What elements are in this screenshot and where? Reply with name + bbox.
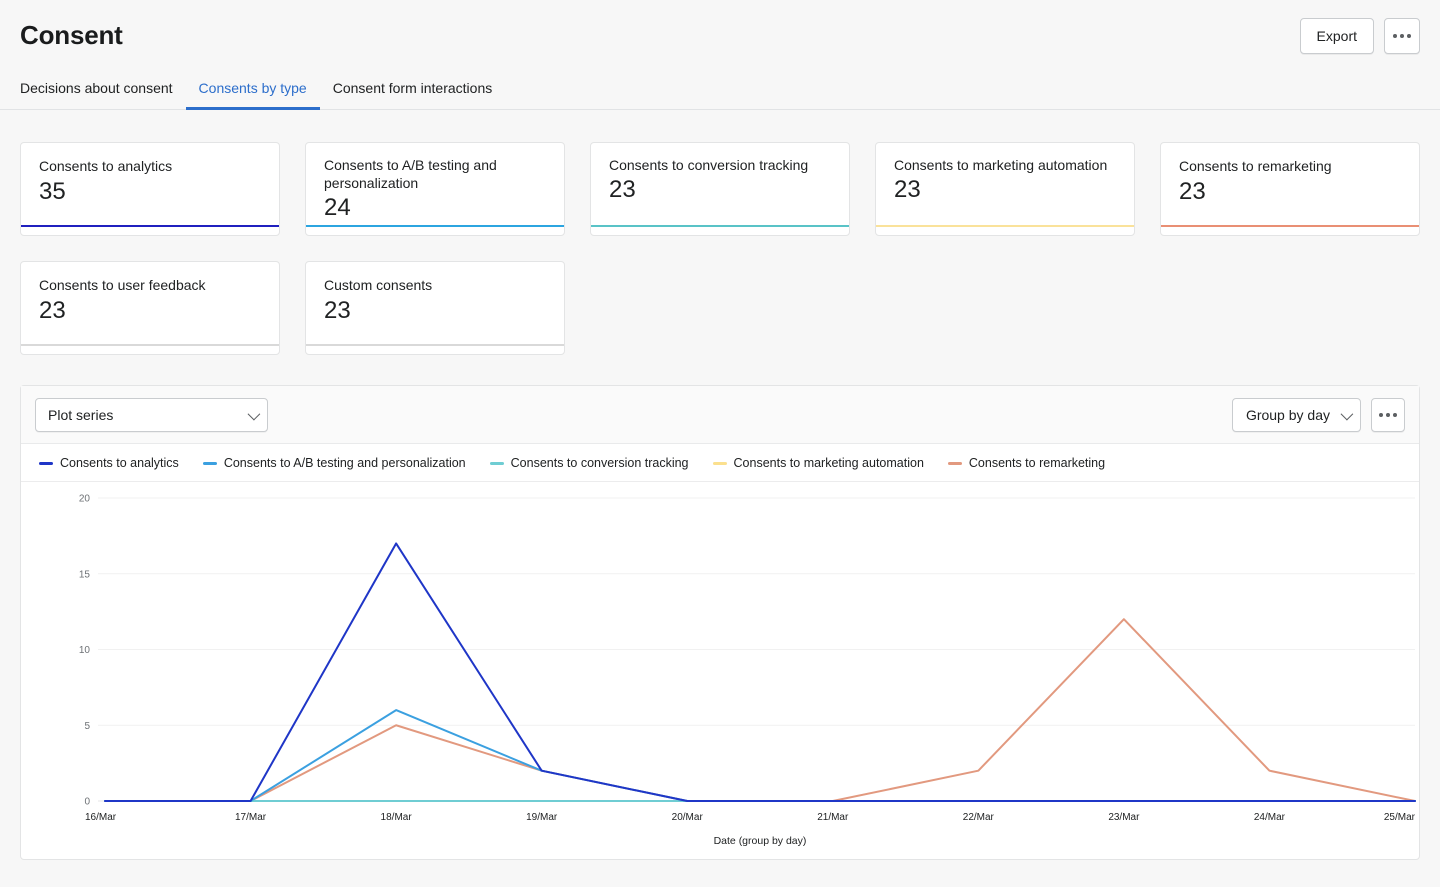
metric-card-accent-bar — [21, 344, 279, 346]
metric-card[interactable]: Consents to A/B testing and personalizat… — [305, 142, 565, 236]
chart-toolbar: Plot series Group by day — [21, 386, 1419, 444]
metric-card[interactable]: Custom consents 23 — [305, 261, 565, 355]
metric-card-value: 23 — [894, 176, 921, 203]
legend-item-label: Consents to conversion tracking — [510, 456, 689, 470]
metric-card-accent-bar — [1161, 225, 1419, 227]
metric-card[interactable]: Consents to analytics 35 — [20, 142, 280, 236]
metric-card-value: 24 — [324, 194, 351, 221]
metric-card[interactable]: Consents to remarketing 23 — [1160, 142, 1420, 236]
svg-text:Date (group by day): Date (group by day) — [714, 835, 807, 847]
legend-item-label: Consents to A/B testing and personalizat… — [223, 456, 466, 470]
metric-card[interactable]: Consents to marketing automation 23 — [875, 142, 1135, 236]
legend-item-label: Consents to analytics — [60, 456, 179, 470]
metric-card-label: Consents to A/B testing and personalizat… — [324, 157, 497, 191]
series-line — [104, 709, 1416, 802]
metric-card-grid: Consents to analytics 35 Consents to A/B… — [0, 110, 1440, 355]
svg-text:19/Mar: 19/Mar — [526, 812, 558, 823]
metric-card-value: 23 — [324, 297, 351, 324]
svg-text:20: 20 — [79, 494, 91, 505]
tab-consents-by-type[interactable]: Consents by type — [185, 76, 320, 110]
metric-card-label: Consents to user feedback — [39, 277, 206, 293]
chart-more-actions-button[interactable] — [1371, 398, 1405, 432]
svg-text:16/Mar: 16/Mar — [85, 812, 117, 823]
svg-text:18/Mar: 18/Mar — [381, 812, 413, 823]
svg-text:20/Mar: 20/Mar — [672, 812, 704, 823]
plot-series-select[interactable]: Plot series — [35, 398, 268, 432]
svg-text:22/Mar: 22/Mar — [963, 812, 995, 823]
svg-text:21/Mar: 21/Mar — [817, 812, 849, 823]
svg-text:23/Mar: 23/Mar — [1108, 812, 1140, 823]
svg-text:15: 15 — [79, 569, 91, 580]
legend-color-swatch — [947, 461, 962, 465]
legend-color-swatch — [39, 461, 53, 465]
metric-card-label: Consents to marketing automation — [894, 157, 1108, 173]
legend-item[interactable]: Consents to marketing automation — [712, 456, 924, 470]
metric-card-label: Consents to analytics — [39, 158, 173, 174]
group-by-select-value: Group by day — [1245, 407, 1330, 423]
more-actions-button[interactable] — [1384, 18, 1420, 54]
legend-item[interactable]: Consents to A/B testing and personalizat… — [202, 456, 466, 470]
metric-card[interactable]: Consents to user feedback 23 — [20, 261, 280, 355]
svg-text:25/Mar: 25/Mar — [1384, 812, 1416, 823]
line-chart-svg: 0 5 10 15 20 16/Mar 17/Mar 18/Mar 19/Mar 20/Mar 21… — [79, 494, 1416, 847]
tab-consent-form-interactions[interactable]: Consent form interactions — [320, 76, 506, 110]
metric-card-value: 23 — [39, 297, 66, 324]
chart-legend: Consents to analytics Consents to A/B te… — [21, 444, 1419, 482]
metric-card-accent-bar — [876, 225, 1134, 227]
chart-plot-area[interactable]: 0 5 10 15 20 16/Mar 17/Mar 18/Mar 19/Mar 20/Mar 21… — [21, 482, 1419, 872]
chevron-down-icon — [247, 407, 261, 420]
header-actions: Export — [1299, 18, 1420, 54]
legend-color-swatch — [202, 461, 217, 465]
chart-toolbar-right: Group by day — [1231, 398, 1405, 432]
metric-card-value: 35 — [39, 178, 66, 205]
tab-list: Decisions about consent Consents by type… — [20, 76, 1420, 110]
metric-card-accent-bar — [21, 225, 279, 227]
ellipsis-icon — [1393, 34, 1411, 38]
metric-card-value: 23 — [1179, 178, 1206, 205]
metric-card-label: Consents to remarketing — [1179, 158, 1332, 174]
legend-item[interactable]: Consents to remarketing — [947, 456, 1106, 470]
svg-text:24/Mar: 24/Mar — [1254, 812, 1286, 823]
chevron-down-icon — [1340, 407, 1354, 420]
metric-card-accent-bar — [306, 344, 564, 346]
metric-card-accent-bar — [306, 225, 564, 227]
svg-text:0: 0 — [84, 797, 90, 808]
metric-card-value: 23 — [609, 176, 636, 203]
export-button[interactable]: Export — [1299, 18, 1374, 54]
metric-card-label: Custom consents — [324, 277, 433, 293]
metric-card-label: Consents to conversion tracking — [609, 157, 809, 173]
svg-text:17/Mar: 17/Mar — [235, 812, 267, 823]
plot-series-select-value: Plot series — [48, 407, 114, 423]
ellipsis-icon — [1379, 413, 1397, 417]
page-title: Consent — [20, 20, 123, 50]
legend-color-swatch — [712, 461, 727, 465]
metric-card[interactable]: Consents to conversion tracking 23 — [590, 142, 850, 236]
svg-text:10: 10 — [79, 645, 91, 656]
legend-item-label: Consents to remarketing — [968, 456, 1106, 470]
series-line — [104, 542, 1416, 802]
tab-bar: Decisions about consent Consents by type… — [0, 76, 1440, 110]
legend-color-swatch — [489, 461, 504, 465]
metric-card-accent-bar — [591, 225, 849, 227]
legend-item-label: Consents to marketing automation — [733, 456, 924, 470]
tab-decisions-about-consent[interactable]: Decisions about consent — [20, 76, 186, 110]
svg-text:5: 5 — [84, 721, 90, 732]
group-by-select[interactable]: Group by day — [1231, 398, 1361, 432]
legend-item[interactable]: Consents to conversion tracking — [489, 456, 689, 470]
legend-item[interactable]: Consents to analytics — [39, 456, 179, 470]
page-header: Consent Export — [0, 0, 1440, 54]
chart-panel: Plot series Group by day Consents to ana… — [20, 385, 1420, 860]
